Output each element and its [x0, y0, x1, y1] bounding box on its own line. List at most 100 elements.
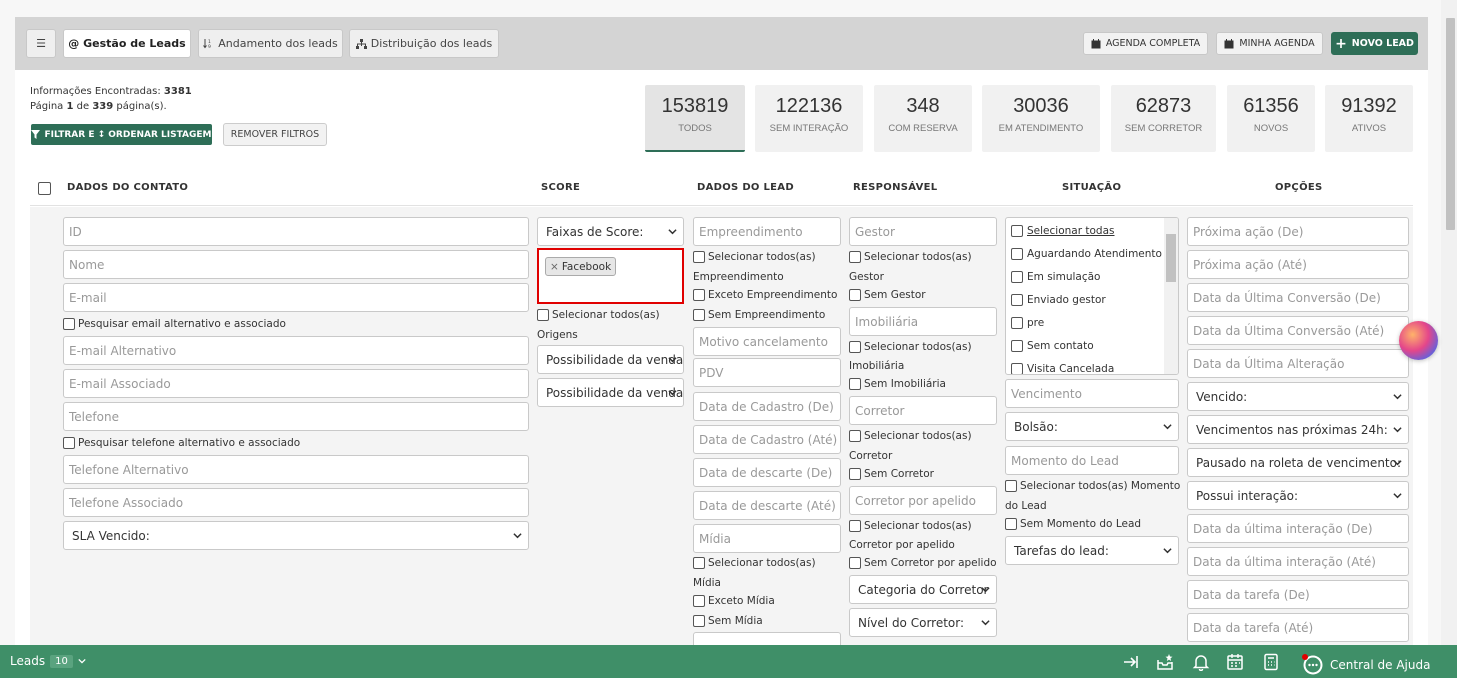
sla-vencido-select[interactable]: SLA Vencido: — [63, 521, 529, 550]
checkbox-box[interactable] — [849, 520, 861, 532]
logout-icon[interactable] — [1122, 653, 1140, 671]
bolsao-select[interactable]: Bolsão: — [1005, 412, 1179, 441]
id-input[interactable]: ID — [63, 217, 529, 246]
checkbox-box[interactable] — [1005, 480, 1017, 492]
origens-multiselect[interactable]: × Facebook — [537, 248, 684, 304]
data-tarefa-ate-input[interactable]: Data da tarefa (Até) — [1187, 613, 1409, 642]
situacao-item[interactable]: Enviado gestor — [1011, 294, 1106, 306]
imob-select-all-checkbox[interactable]: Selecionar todos(as) — [849, 341, 972, 353]
exceto-emp-checkbox[interactable]: Exceto Empreendimento — [693, 289, 837, 301]
origens-select-all-checkbox[interactable]: Selecionar todos(as) — [537, 309, 660, 321]
novo-lead-button[interactable]: + NOVO LEAD — [1331, 32, 1418, 55]
agenda-completa-button[interactable]: AGENDA COMPLETA — [1083, 32, 1208, 55]
tarefas-lead-select[interactable]: Tarefas do lead: — [1005, 536, 1179, 565]
stat-sem-corretor[interactable]: 62873 SEM CORRETOR — [1111, 85, 1216, 152]
ultima-conversao-ate-input[interactable]: Data da Última Conversão (Até) — [1187, 316, 1409, 345]
ultima-alteracao-input[interactable]: Data da Última Alteração — [1187, 349, 1409, 378]
situacao-item[interactable]: Aguardando Atendimento — [1011, 248, 1162, 260]
sem-apelido-checkbox[interactable]: Sem Corretor por apelido — [849, 557, 997, 569]
telefone-alternativo-input[interactable]: Telefone Alternativo — [63, 455, 529, 484]
possui-interacao-select[interactable]: Possui interação: — [1187, 481, 1409, 510]
ultima-conversao-de-input[interactable]: Data da Última Conversão (De) — [1187, 283, 1409, 312]
ultima-interacao-de-input[interactable]: Data da última interação (De) — [1187, 514, 1409, 543]
situacao-item[interactable]: Visita Cancelada — [1011, 363, 1114, 374]
possibilidade-venda-select-2[interactable]: Possibilidade da venda — [537, 378, 684, 407]
email-input[interactable]: E-mail — [63, 283, 529, 312]
stat-em-atendimento[interactable]: 30036 EM ATENDIMENTO — [982, 85, 1100, 152]
nivel-corretor-select[interactable]: Nível do Corretor: — [849, 608, 997, 637]
situacao-item[interactable]: Em simulação — [1011, 271, 1100, 283]
checkbox-box[interactable] — [693, 595, 705, 607]
corretor-select-all-checkbox[interactable]: Selecionar todos(as) — [849, 430, 972, 442]
stat-novos[interactable]: 61356 NOVOS — [1227, 85, 1315, 152]
tab-gestao-de-leads[interactable]: @ Gestão de Leads — [63, 29, 191, 58]
telefone-associado-input[interactable]: Telefone Associado — [63, 488, 529, 517]
corretor-apelido-input[interactable]: Corretor por apelido — [849, 486, 997, 515]
checkbox-box[interactable] — [693, 251, 705, 263]
proxima-acao-ate-input[interactable]: Próxima ação (Até) — [1187, 250, 1409, 279]
calendar-grid-icon[interactable] — [1226, 653, 1244, 671]
vencimentos-24h-select[interactable]: Vencimentos nas próximas 24h: — [1187, 415, 1409, 444]
email-alt-checkbox[interactable]: Pesquisar email alternativo e associado — [63, 318, 286, 330]
checkbox-box[interactable] — [537, 309, 549, 321]
midia-input[interactable]: Mídia — [693, 524, 841, 553]
possibilidade-venda-select-1[interactable]: Possibilidade da venda — [537, 345, 684, 374]
select-all-checkbox[interactable] — [38, 182, 51, 195]
page-scroll-thumb[interactable] — [1446, 18, 1455, 230]
cadastro-de-input[interactable]: Data de Cadastro (De) — [693, 392, 841, 421]
listbox-scroll-thumb[interactable] — [1166, 234, 1176, 282]
assistant-orb-icon[interactable] — [1399, 321, 1438, 360]
tel-alt-checkbox[interactable]: Pesquisar telefone alternativo e associa… — [63, 437, 300, 449]
apelido-select-all-checkbox[interactable]: Selecionar todos(as) — [849, 520, 972, 532]
stat-ativos[interactable]: 91392 ATIVOS — [1325, 85, 1413, 152]
sem-imob-checkbox[interactable]: Sem Imobiliária — [849, 378, 946, 390]
nome-input[interactable]: Nome — [63, 250, 529, 279]
data-tarefa-de-input[interactable]: Data da tarefa (De) — [1187, 580, 1409, 609]
gestor-select-all-checkbox[interactable]: Selecionar todos(as) — [849, 251, 972, 263]
checkbox-box[interactable] — [849, 289, 861, 301]
filter-sort-button[interactable]: FILTRAR E ↕ ORDENAR LISTAGEM — [31, 124, 212, 145]
descarte-ate-input[interactable]: Data de descarte (Até) — [693, 491, 841, 520]
situacao-listbox[interactable]: Selecionar todas Aguardando Atendimento … — [1005, 217, 1179, 375]
sem-gestor-checkbox[interactable]: Sem Gestor — [849, 289, 926, 301]
tab-distribuicao-dos-leads[interactable]: Distribuição dos leads — [349, 29, 499, 58]
sem-corretor-checkbox[interactable]: Sem Corretor — [849, 468, 934, 480]
email-associado-input[interactable]: E-mail Associado — [63, 369, 529, 398]
pausado-roleta-select[interactable]: Pausado na roleta de vencimento: — [1187, 448, 1409, 477]
momento-select-all-checkbox[interactable]: Selecionar todos(as) Momento — [1005, 480, 1180, 492]
telefone-input[interactable]: Telefone — [63, 402, 529, 431]
vencido-select[interactable]: Vencido: — [1187, 382, 1409, 411]
motivo-cancelamento-input[interactable]: Motivo cancelamento — [693, 327, 841, 356]
categoria-corretor-select[interactable]: Categoria do Corretor — [849, 575, 997, 604]
checkbox-box[interactable] — [1011, 225, 1023, 237]
sem-momento-checkbox[interactable]: Sem Momento do Lead — [1005, 518, 1141, 530]
situacao-item[interactable]: Sem contato — [1011, 340, 1094, 352]
stat-com-reserva[interactable]: 348 COM RESERVA — [874, 85, 972, 152]
checkbox-box[interactable] — [1011, 294, 1023, 306]
checkbox-box[interactable] — [1005, 518, 1017, 530]
cadastro-ate-input[interactable]: Data de Cadastro (Até) — [693, 425, 841, 454]
checkbox-box[interactable] — [1011, 340, 1023, 352]
bell-icon[interactable] — [1192, 653, 1210, 671]
situacao-item[interactable]: pre — [1011, 317, 1044, 329]
sem-midia-checkbox[interactable]: Sem Mídia — [693, 615, 763, 627]
checkbox-box[interactable] — [849, 557, 861, 569]
checkbox-box[interactable] — [693, 615, 705, 627]
stat-sem-interacao[interactable]: 122136 SEM INTERAÇÃO — [755, 85, 863, 152]
checkbox-box[interactable] — [693, 557, 705, 569]
pdv-input[interactable]: PDV — [693, 358, 841, 387]
checkbox-box[interactable] — [849, 341, 861, 353]
situacao-item[interactable]: Selecionar todas — [1011, 225, 1114, 237]
email-alternativo-input[interactable]: E-mail Alternativo — [63, 336, 529, 365]
gestor-input[interactable]: Gestor — [849, 217, 997, 246]
faixas-score-select[interactable]: Faixas de Score: — [537, 217, 684, 246]
tag-remove-icon[interactable]: × — [550, 261, 559, 273]
checkbox-box[interactable] — [849, 430, 861, 442]
checkbox-box[interactable] — [63, 437, 75, 449]
checkbox-box[interactable] — [849, 378, 861, 390]
imobiliaria-input[interactable]: Imobiliária — [849, 307, 997, 336]
stat-todos[interactable]: 153819 TODOS — [645, 85, 745, 152]
vencimento-input[interactable]: Vencimento — [1005, 379, 1179, 408]
remove-filters-button[interactable]: REMOVER FILTROS — [223, 123, 327, 146]
calculator-icon[interactable] — [1262, 653, 1280, 671]
